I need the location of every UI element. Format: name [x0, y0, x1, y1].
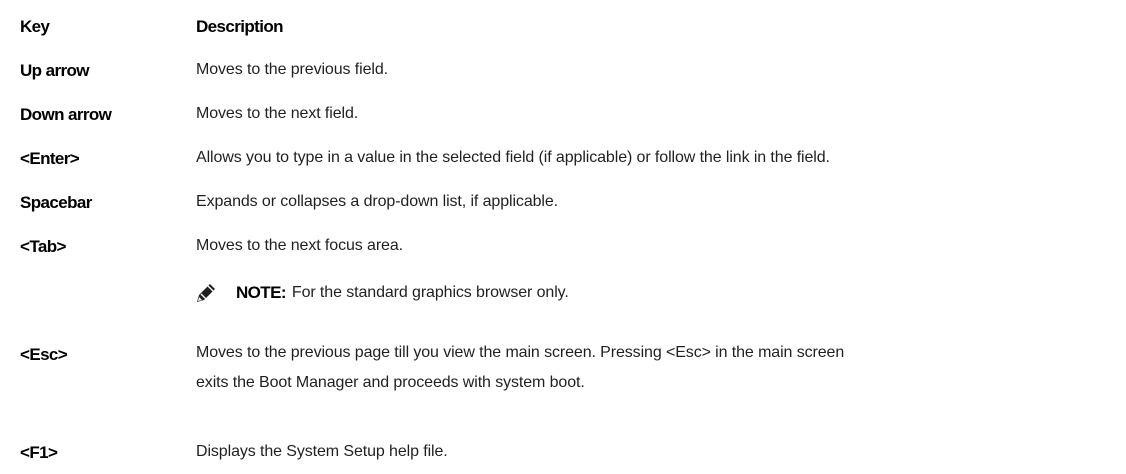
key-description-table: Key Description Up arrow Moves to the pr… — [0, 0, 1126, 474]
row-key: <F1> — [20, 443, 58, 462]
row-key: <Enter> — [20, 149, 80, 168]
pencil-note-icon — [196, 283, 216, 303]
row-key: Spacebar — [20, 193, 92, 212]
row-description-line: Moves to the previous page till you view… — [196, 344, 845, 361]
row-description: Moves to the previous page till you view… — [196, 338, 844, 398]
row-description: Moves to the next field. — [196, 105, 359, 122]
note-text: For the standard graphics browser only. — [291, 284, 569, 301]
row-description: Allows you to type in a value in the sel… — [196, 149, 830, 166]
row-key: Down arrow — [20, 105, 112, 124]
row-description: Expands or collapses a drop-down list, i… — [196, 193, 559, 210]
row-description: Moves to the previous field. — [196, 61, 388, 78]
header-description: Description — [196, 17, 284, 36]
header-key: Key — [20, 17, 50, 36]
row-key: Up arrow — [20, 61, 89, 80]
note-label: NOTE: — [236, 283, 286, 302]
row-description: Displays the System Setup help file. — [196, 443, 448, 460]
row-key: <Tab> — [20, 237, 66, 256]
row-description-line: exits the Boot Manager and proceeds with… — [196, 374, 585, 391]
note-callout: NOTE: For the standard graphics browser … — [196, 278, 569, 308]
row-key: <Esc> — [20, 345, 68, 364]
row-description: Moves to the next focus area. — [196, 237, 403, 254]
